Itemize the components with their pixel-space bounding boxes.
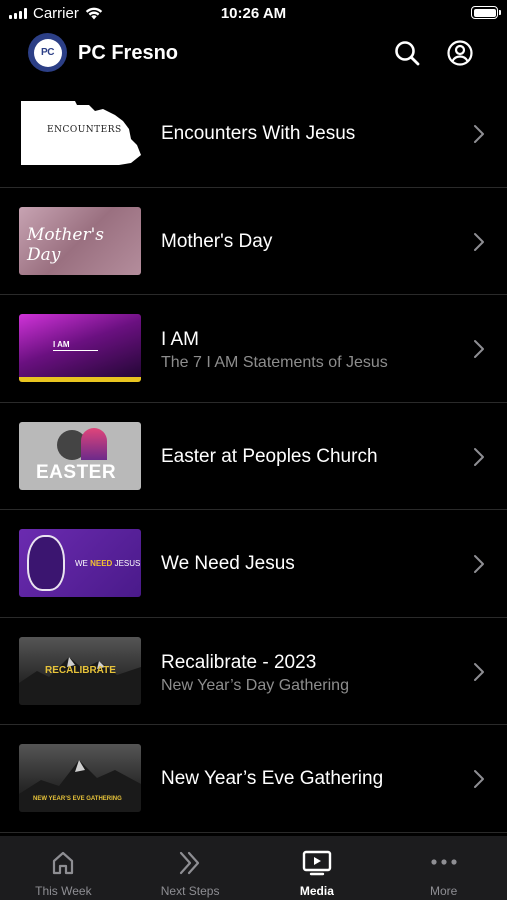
media-list: ENCOUNTERS Encounters With Jesus Mother'… <box>0 80 507 833</box>
account-icon[interactable] <box>446 39 474 67</box>
item-title: We Need Jesus <box>161 553 295 574</box>
play-screen-icon <box>302 850 332 876</box>
church-logo: PC <box>28 33 67 72</box>
chevron-right-icon <box>474 340 484 358</box>
app-header: PC PC Fresno <box>0 28 507 78</box>
list-item[interactable]: I AM I AM The 7 I AM Statements of Jesus <box>0 295 507 403</box>
chevron-right-icon <box>474 125 484 143</box>
chevron-right-icon <box>474 232 484 251</box>
tab-this-week[interactable]: This Week <box>0 836 127 900</box>
list-item[interactable]: EASTER Easter at Peoples Church <box>0 403 507 510</box>
series-thumbnail: I AM <box>19 314 141 382</box>
app-title: PC Fresno <box>78 42 179 64</box>
tab-label: Media <box>299 884 334 898</box>
thumbnail-text: RECALIBRATE <box>45 664 116 676</box>
list-item[interactable]: WE NEED JESUS We Need Jesus <box>0 510 507 618</box>
item-title: New Year’s Eve Gathering <box>161 768 384 789</box>
tab-more[interactable]: More <box>380 836 507 900</box>
thumbnail-text: NEW YEAR’S EVE GATHERING <box>33 796 122 802</box>
thumbnail-text: Mother's Day <box>27 224 105 265</box>
item-title: Recalibrate - 2023 <box>161 651 317 673</box>
series-thumbnail: EASTER <box>19 421 141 490</box>
series-thumbnail: ENCOUNTERS <box>19 99 141 167</box>
tab-next-steps[interactable]: Next Steps <box>127 836 254 900</box>
tab-media[interactable]: Media <box>254 836 381 900</box>
item-title: Mother's Day <box>161 230 273 252</box>
more-dots-icon <box>431 859 457 865</box>
chevron-right-icon <box>474 447 484 466</box>
status-bar: Carrier 10:26 AM <box>0 0 507 28</box>
thumbnail-text: I AM <box>53 340 70 349</box>
item-subtitle: The 7 I AM Statements of Jesus <box>161 354 388 371</box>
item-title: Easter at Peoples Church <box>161 445 378 467</box>
list-item[interactable]: RECALIBRATE Recalibrate - 2023 New Year’… <box>0 618 507 725</box>
tab-label: More <box>429 884 458 898</box>
thumbnail-text: WE NEED JESUS <box>75 559 141 568</box>
series-thumbnail: Mother's Day <box>19 206 141 275</box>
logo-text: PC <box>33 38 62 67</box>
thumbnail-text: EASTER <box>36 461 117 483</box>
status-time: 10:26 AM <box>220 5 287 22</box>
double-chevron-icon <box>180 851 200 875</box>
tab-label: Next Steps <box>160 884 220 898</box>
series-thumbnail: WE NEED JESUS <box>19 529 141 597</box>
series-thumbnail: NEW YEAR’S EVE GATHERING <box>19 744 141 812</box>
series-thumbnail: RECALIBRATE <box>19 636 141 705</box>
thumbnail-text: ENCOUNTERS <box>47 125 122 135</box>
tab-label: This Week <box>35 884 92 898</box>
item-title: I AM <box>161 329 200 350</box>
battery-icon <box>471 6 501 19</box>
list-item[interactable]: NEW YEAR’S EVE GATHERING New Year’s Eve … <box>0 725 507 833</box>
item-subtitle: New Year’s Day Gathering <box>161 676 349 694</box>
list-item[interactable]: ENCOUNTERS Encounters With Jesus <box>0 80 507 188</box>
chevron-right-icon <box>474 555 484 573</box>
tab-bar: This Week Next Steps Media More <box>0 836 507 900</box>
home-icon <box>53 851 74 875</box>
item-title: Encounters With Jesus <box>161 123 356 144</box>
chevron-right-icon <box>474 770 484 788</box>
chevron-right-icon <box>474 662 484 681</box>
list-item[interactable]: Mother's Day Mother's Day <box>0 188 507 295</box>
search-icon[interactable] <box>393 39 421 67</box>
